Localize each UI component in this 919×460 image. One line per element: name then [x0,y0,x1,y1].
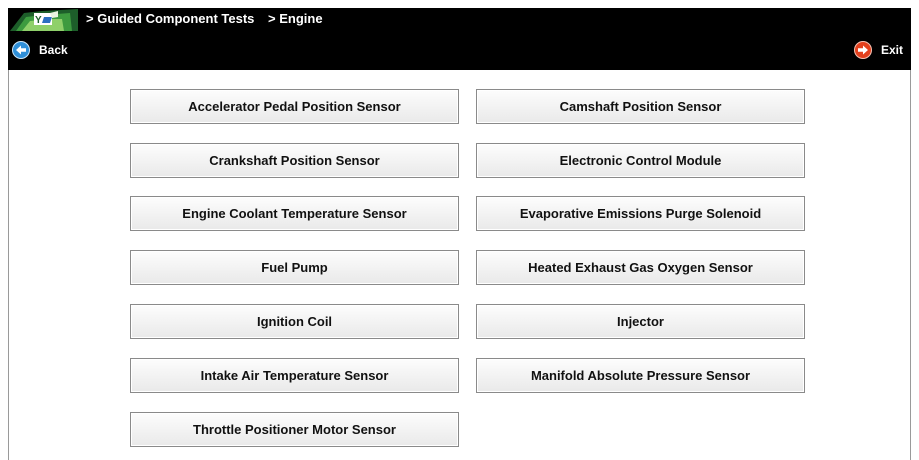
manifold-absolute-pressure-sensor-button[interactable]: Manifold Absolute Pressure Sensor [476,358,805,393]
left-arrow-circle-icon [12,41,30,59]
engine-coolant-temperature-sensor-button[interactable]: Engine Coolant Temperature Sensor [130,196,459,231]
vehicle-logo-icon[interactable]: Y [10,9,78,31]
breadcrumb-item-engine[interactable]: > Engine [268,11,323,26]
throttle-positioner-motor-sensor-button[interactable]: Throttle Positioner Motor Sensor [130,412,459,447]
electronic-control-module-button[interactable]: Electronic Control Module [476,143,805,178]
svg-text:Y: Y [35,15,42,26]
right-arrow-circle-icon [853,41,872,59]
intake-air-temperature-sensor-button[interactable]: Intake Air Temperature Sensor [130,358,459,393]
accelerator-pedal-position-sensor-button[interactable]: Accelerator Pedal Position Sensor [130,89,459,124]
heated-exhaust-gas-oxygen-sensor-button[interactable]: Heated Exhaust Gas Oxygen Sensor [476,250,805,285]
fuel-pump-button[interactable]: Fuel Pump [130,250,459,285]
top-bar: Y > Guided Component Tests > Engine Back… [8,8,911,70]
back-label: Back [39,43,68,57]
back-button[interactable]: Back [12,40,68,60]
evaporative-emissions-purge-solenoid-button[interactable]: Evaporative Emissions Purge Solenoid [476,196,805,231]
injector-button[interactable]: Injector [476,304,805,339]
exit-label: Exit [880,43,903,57]
crankshaft-position-sensor-button[interactable]: Crankshaft Position Sensor [130,143,459,178]
breadcrumb-item-guided-component-tests[interactable]: > Guided Component Tests [86,11,254,26]
breadcrumb: > Guided Component Tests > Engine [86,11,333,27]
exit-button[interactable]: Exit [853,40,903,60]
camshaft-position-sensor-button[interactable]: Camshaft Position Sensor [476,89,805,124]
ignition-coil-button[interactable]: Ignition Coil [130,304,459,339]
